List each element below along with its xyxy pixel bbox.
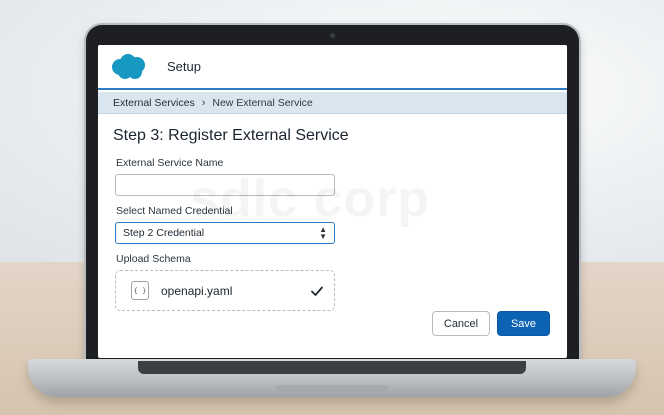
breadcrumb: External Services › New External Service <box>98 92 567 114</box>
app-header: Setup <box>98 45 567 90</box>
breadcrumb-current: New External Service <box>212 96 313 109</box>
trackpad-notch <box>275 385 389 393</box>
watermark: sdlc corp <box>190 169 430 229</box>
keyboard-edge <box>138 361 526 374</box>
cloud-logo-icon <box>112 53 145 79</box>
code-file-icon: { } <box>131 281 149 300</box>
laptop-screen: Setup External Services › New External S… <box>98 45 567 358</box>
breadcrumb-parent-link[interactable]: External Services <box>113 97 195 109</box>
service-name-label: External Service Name <box>116 157 224 169</box>
laptop-lid: Setup External Services › New External S… <box>86 25 579 365</box>
chevron-right-icon: › <box>201 96 206 109</box>
schema-upload-dropzone[interactable]: { } openapi.yaml <box>115 270 335 311</box>
camera-icon <box>330 33 335 38</box>
upload-schema-label: Upload Schema <box>116 253 191 265</box>
checkmark-icon <box>311 286 323 296</box>
header-title: Setup <box>167 59 201 74</box>
cancel-button[interactable]: Cancel <box>432 311 490 336</box>
page-title: Step 3: Register External Service <box>113 127 349 144</box>
laptop-base <box>28 359 636 397</box>
uploaded-file-name: openapi.yaml <box>161 283 233 298</box>
save-button[interactable]: Save <box>497 311 550 336</box>
